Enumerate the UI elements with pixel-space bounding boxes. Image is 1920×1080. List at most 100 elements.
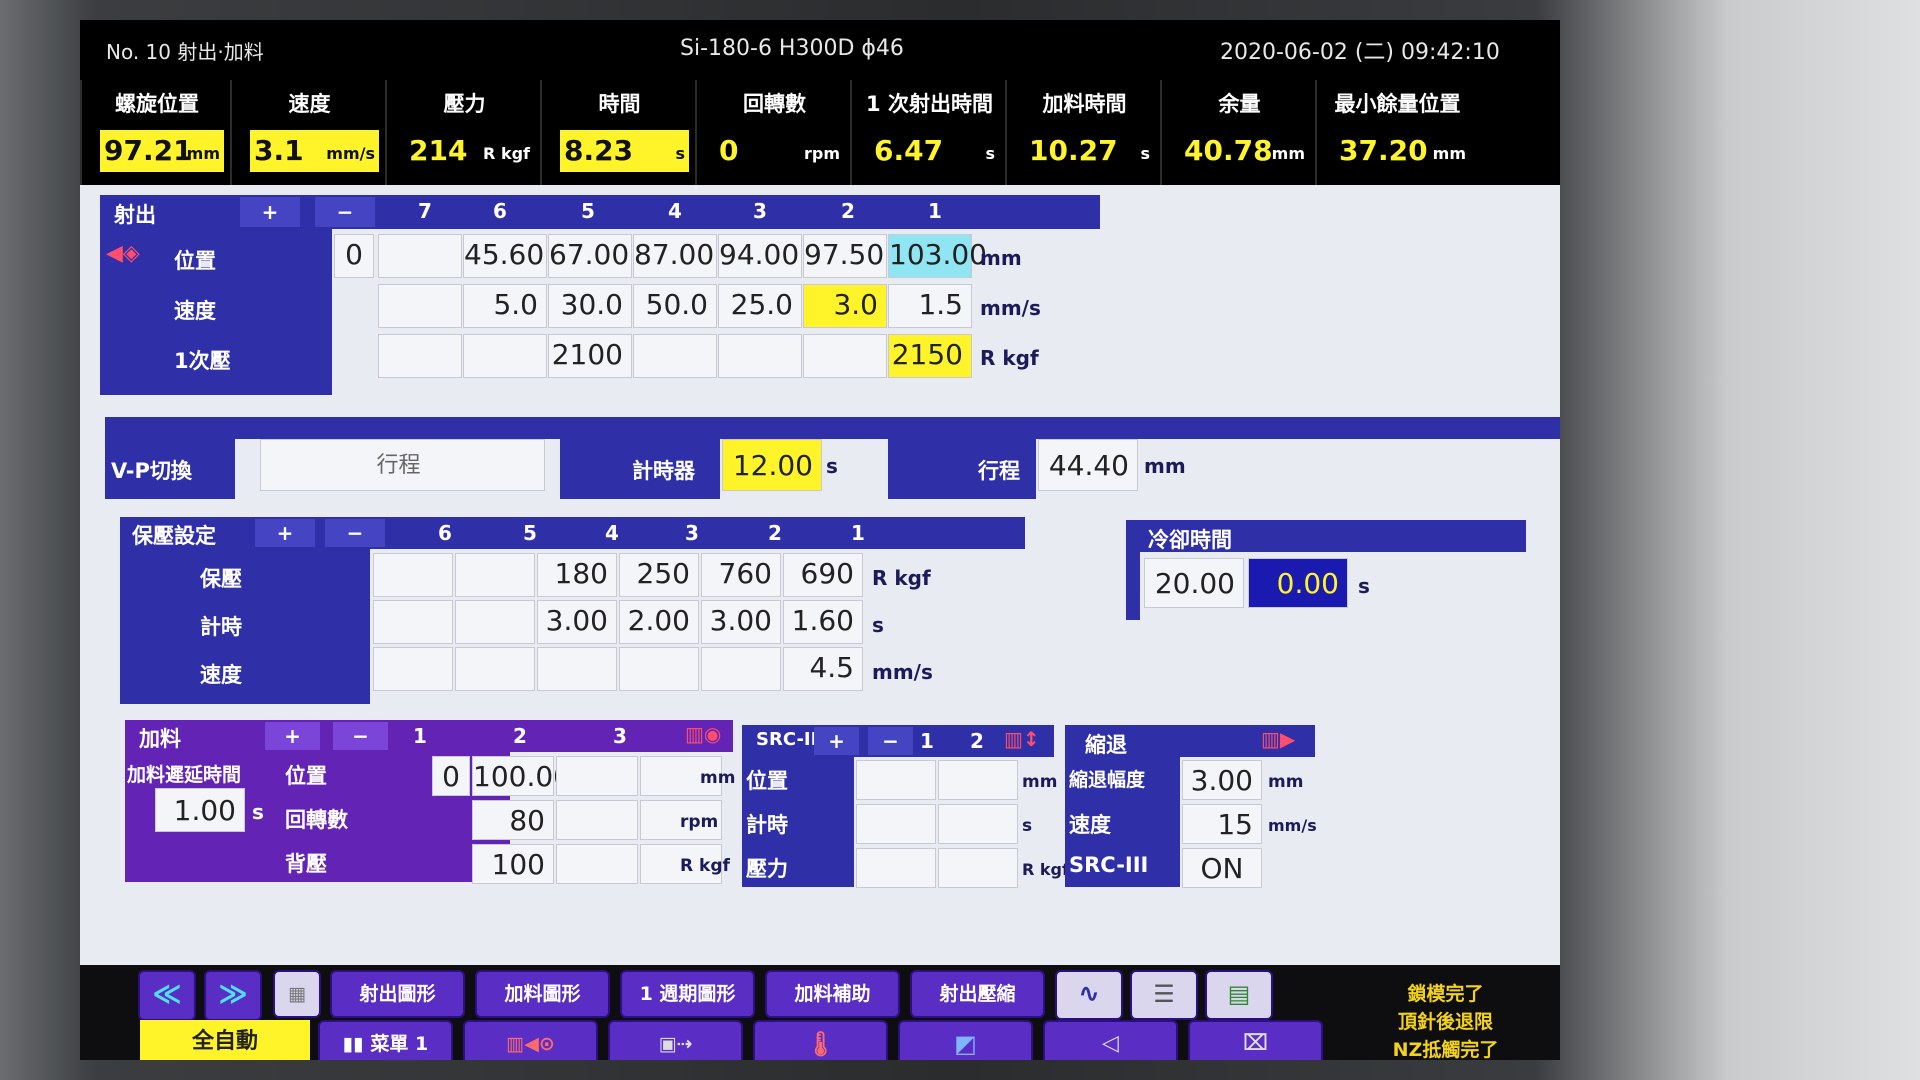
temperature-button[interactable]: 🌡 <box>753 1020 888 1060</box>
feed-position-cell[interactable]: 100.00 <box>472 756 571 796</box>
injection-speed-cell[interactable]: 3.0 <box>803 284 887 328</box>
hold-pressure-cell[interactable] <box>455 553 535 597</box>
injection-pressure-cell[interactable] <box>378 334 462 378</box>
feed-add-button[interactable]: + <box>265 722 320 750</box>
injection-pressure-cell[interactable] <box>803 334 887 378</box>
hold-speed-cell[interactable] <box>619 647 699 691</box>
hold-add-button[interactable]: + <box>255 519 315 547</box>
hold-speed-cell[interactable] <box>537 647 617 691</box>
injection-speed-cell[interactable]: 1.5 <box>888 284 972 328</box>
hold-pressure-cell[interactable]: 760 <box>701 553 781 597</box>
hold-time-cell[interactable]: 2.00 <box>619 600 699 644</box>
feed-graph-button[interactable]: 加料圖形 <box>475 970 610 1018</box>
src2-cell[interactable] <box>856 760 936 800</box>
injection-add-button[interactable]: + <box>240 197 300 227</box>
retract-width-input[interactable]: 3.00 <box>1182 760 1262 800</box>
screw-forward-icon: ◀◈ <box>106 241 140 266</box>
screw-rotate-icon[interactable]: ▥◉ <box>685 722 721 746</box>
injection-position-start[interactable]: 0 <box>334 234 374 278</box>
report-button[interactable]: ▤ <box>1205 970 1273 1020</box>
hold-pressure-cell[interactable]: 180 <box>537 553 617 597</box>
retract-width-label: 縮退幅度 <box>1069 769 1146 791</box>
feed-position-start[interactable]: 0 <box>432 756 470 796</box>
injection-position-cell[interactable]: 94.00 <box>718 234 802 278</box>
feed-assist-button[interactable]: 加料補助 <box>765 970 900 1018</box>
list-button[interactable]: ☰ <box>1130 970 1198 1020</box>
injection-pressure-cell[interactable]: 2150 <box>888 334 972 378</box>
injection-position-cell[interactable]: 67.00 <box>548 234 632 278</box>
injection-pressure-cell[interactable] <box>463 334 547 378</box>
hold-pressure-cell[interactable]: 690 <box>783 553 863 597</box>
hold-time-cell[interactable]: 1.60 <box>783 600 863 644</box>
injection-remove-button[interactable]: − <box>315 197 375 227</box>
injection-speed-cell[interactable] <box>378 284 462 328</box>
hold-speed-cell[interactable] <box>701 647 781 691</box>
feed-rpm-cell[interactable]: 80 <box>472 800 554 840</box>
hold-speed-cell[interactable] <box>373 647 453 691</box>
hold-pressure-cell[interactable]: 250 <box>619 553 699 597</box>
injection-stage: 7 <box>418 199 432 223</box>
injection-speed-cell[interactable]: 25.0 <box>718 284 802 328</box>
injection-pressure-cell[interactable] <box>718 334 802 378</box>
src2-add-button[interactable]: + <box>814 727 859 755</box>
injection-speed-cell[interactable]: 50.0 <box>633 284 717 328</box>
feed-back-label: 背壓 <box>285 852 327 876</box>
feed-position-cell[interactable] <box>556 756 638 796</box>
next-page-button[interactable]: ≫ <box>204 970 262 1021</box>
cycle-graph-button[interactable]: 1 週期圖形 <box>620 970 755 1018</box>
hold-time-cell[interactable] <box>373 600 453 644</box>
injection-position-cell[interactable] <box>378 234 462 278</box>
keypad-button[interactable]: ▦ <box>273 970 321 1018</box>
injection-position-cell[interactable]: 45.60 <box>463 234 547 278</box>
src2-cell[interactable] <box>938 804 1018 844</box>
hold-time-cell[interactable] <box>455 600 535 644</box>
monitor-value-box: 8.23 s <box>560 130 689 172</box>
robot-button[interactable]: ⌧ <box>1188 1020 1323 1060</box>
cooling-set-input[interactable]: 20.00 <box>1144 558 1244 608</box>
feed-back-cell[interactable] <box>556 844 638 884</box>
vp-mode-select[interactable]: 行程 <box>260 439 545 491</box>
hold-speed-cell[interactable] <box>455 647 535 691</box>
src2-cell[interactable] <box>856 804 936 844</box>
hold-time-cell[interactable]: 3.00 <box>537 600 617 644</box>
injection-position-cell[interactable]: 87.00 <box>633 234 717 278</box>
feed-rpm-cell[interactable] <box>556 800 638 840</box>
full-auto-button[interactable]: 全自動 <box>140 1020 310 1060</box>
prev-page-button[interactable]: ≪ <box>138 970 196 1021</box>
feed-delay-input[interactable]: 1.00 <box>155 788 245 832</box>
ejector-button[interactable]: ◁ <box>1043 1020 1178 1060</box>
injection-graph-button[interactable]: 射出圖形 <box>330 970 465 1018</box>
injection-position-cell[interactable]: 97.50 <box>803 234 887 278</box>
src2-cell[interactable] <box>938 760 1018 800</box>
injection-speed-cell[interactable]: 30.0 <box>548 284 632 328</box>
mold-button[interactable]: ◩ <box>898 1020 1033 1060</box>
injection-pressure-cell[interactable]: 2100 <box>548 334 632 378</box>
hold-remove-button[interactable]: − <box>325 519 385 547</box>
injection-pressure-cell[interactable] <box>633 334 717 378</box>
nozzle-icon: ▣⇢ <box>658 1033 693 1055</box>
screw-decompress-icon[interactable]: ▥↕ <box>1004 727 1040 751</box>
src2-cell[interactable] <box>938 848 1018 888</box>
vp-stroke-input[interactable]: 44.40 <box>1038 439 1138 491</box>
injection-position-cell[interactable]: 103.00 <box>888 234 987 278</box>
hold-pressure-cell[interactable] <box>373 553 453 597</box>
feed-title: 加料 <box>139 727 181 751</box>
src3-toggle[interactable]: ON <box>1182 848 1262 888</box>
hold-speed-cell[interactable]: 4.5 <box>783 647 863 691</box>
injection-speed-cell[interactable]: 5.0 <box>463 284 547 328</box>
hold-stage: 3 <box>685 521 699 545</box>
retract-speed-input[interactable]: 15 <box>1182 804 1262 844</box>
src2-cell[interactable] <box>856 848 936 888</box>
injection-compress-button[interactable]: 射出壓縮 <box>910 970 1045 1018</box>
menu-1-button[interactable]: ▮▮ 菜單 1 <box>318 1020 453 1060</box>
nozzle-button[interactable]: ▣⇢ <box>608 1020 743 1060</box>
feed-back-cell[interactable]: 100 <box>472 844 554 884</box>
screw-retract-icon[interactable]: ▥▶ <box>1261 727 1295 751</box>
hold-time-cell[interactable]: 3.00 <box>701 600 781 644</box>
injection-stage: 3 <box>753 199 767 223</box>
vp-timer-input[interactable]: 12.00 <box>722 439 822 491</box>
waveform-button[interactable]: ∿ <box>1055 970 1123 1020</box>
screw-forward-button[interactable]: ▥◀⊙ <box>463 1020 598 1060</box>
vp-timer-label: 計時器 <box>632 459 695 483</box>
src2-stage: 1 <box>920 729 934 753</box>
